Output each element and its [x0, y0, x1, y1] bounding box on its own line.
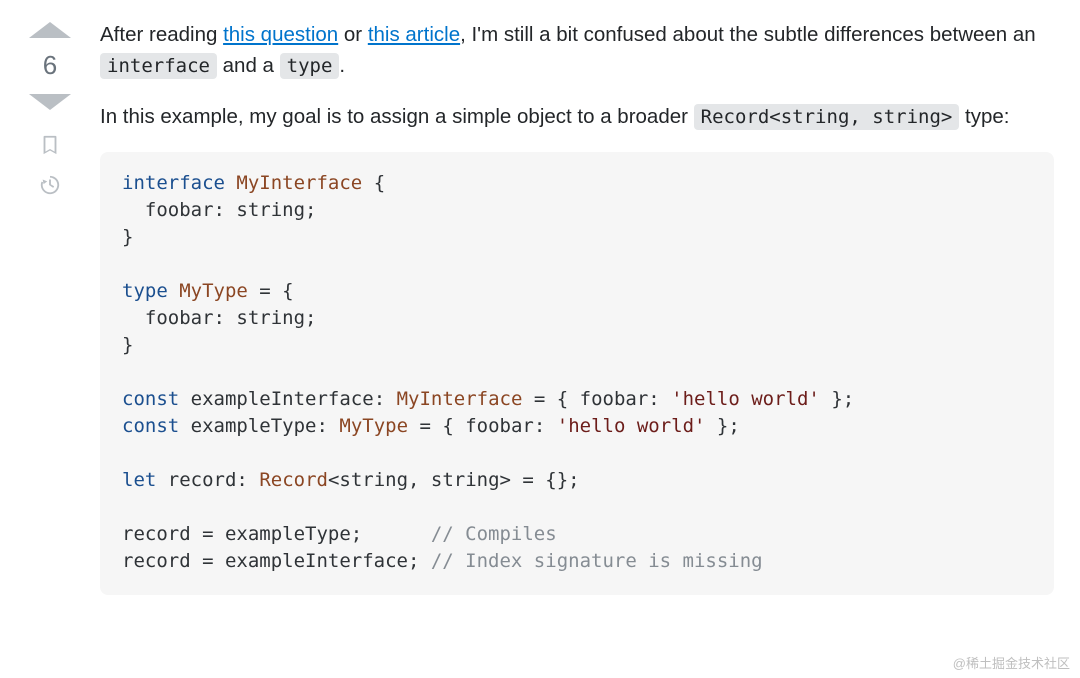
- text: After reading: [100, 23, 223, 46]
- post-body: After reading this question or this arti…: [100, 18, 1054, 595]
- inline-code-interface: interface: [100, 53, 217, 79]
- paragraph-1: After reading this question or this arti…: [100, 20, 1054, 82]
- vote-score: 6: [43, 52, 57, 78]
- history-icon: [39, 174, 61, 196]
- bookmark-button[interactable]: [37, 132, 63, 158]
- bookmark-icon: [39, 134, 61, 156]
- link-this-article[interactable]: this article: [368, 23, 460, 46]
- watermark: @稀土掘金技术社区: [953, 653, 1070, 672]
- upvote-button[interactable]: [29, 22, 71, 38]
- text: and a: [217, 54, 280, 77]
- post-container: 6 After reading this question or this ar…: [0, 0, 1080, 678]
- text: .: [339, 54, 345, 77]
- text: In this example, my goal is to assign a …: [100, 105, 694, 128]
- code-block: interface MyInterface { foobar: string; …: [100, 152, 1054, 595]
- inline-code-record: Record<string, string>: [694, 104, 960, 130]
- post-row: 6 After reading this question or this ar…: [18, 18, 1054, 595]
- history-button[interactable]: [37, 172, 63, 198]
- downvote-button[interactable]: [29, 94, 71, 110]
- text: or: [338, 23, 368, 46]
- inline-code-type: type: [280, 53, 340, 79]
- vote-column: 6: [18, 18, 82, 198]
- paragraph-2: In this example, my goal is to assign a …: [100, 102, 1054, 133]
- link-this-question[interactable]: this question: [223, 23, 338, 46]
- text: type:: [959, 105, 1009, 128]
- text: , I'm still a bit confused about the sub…: [460, 23, 1036, 46]
